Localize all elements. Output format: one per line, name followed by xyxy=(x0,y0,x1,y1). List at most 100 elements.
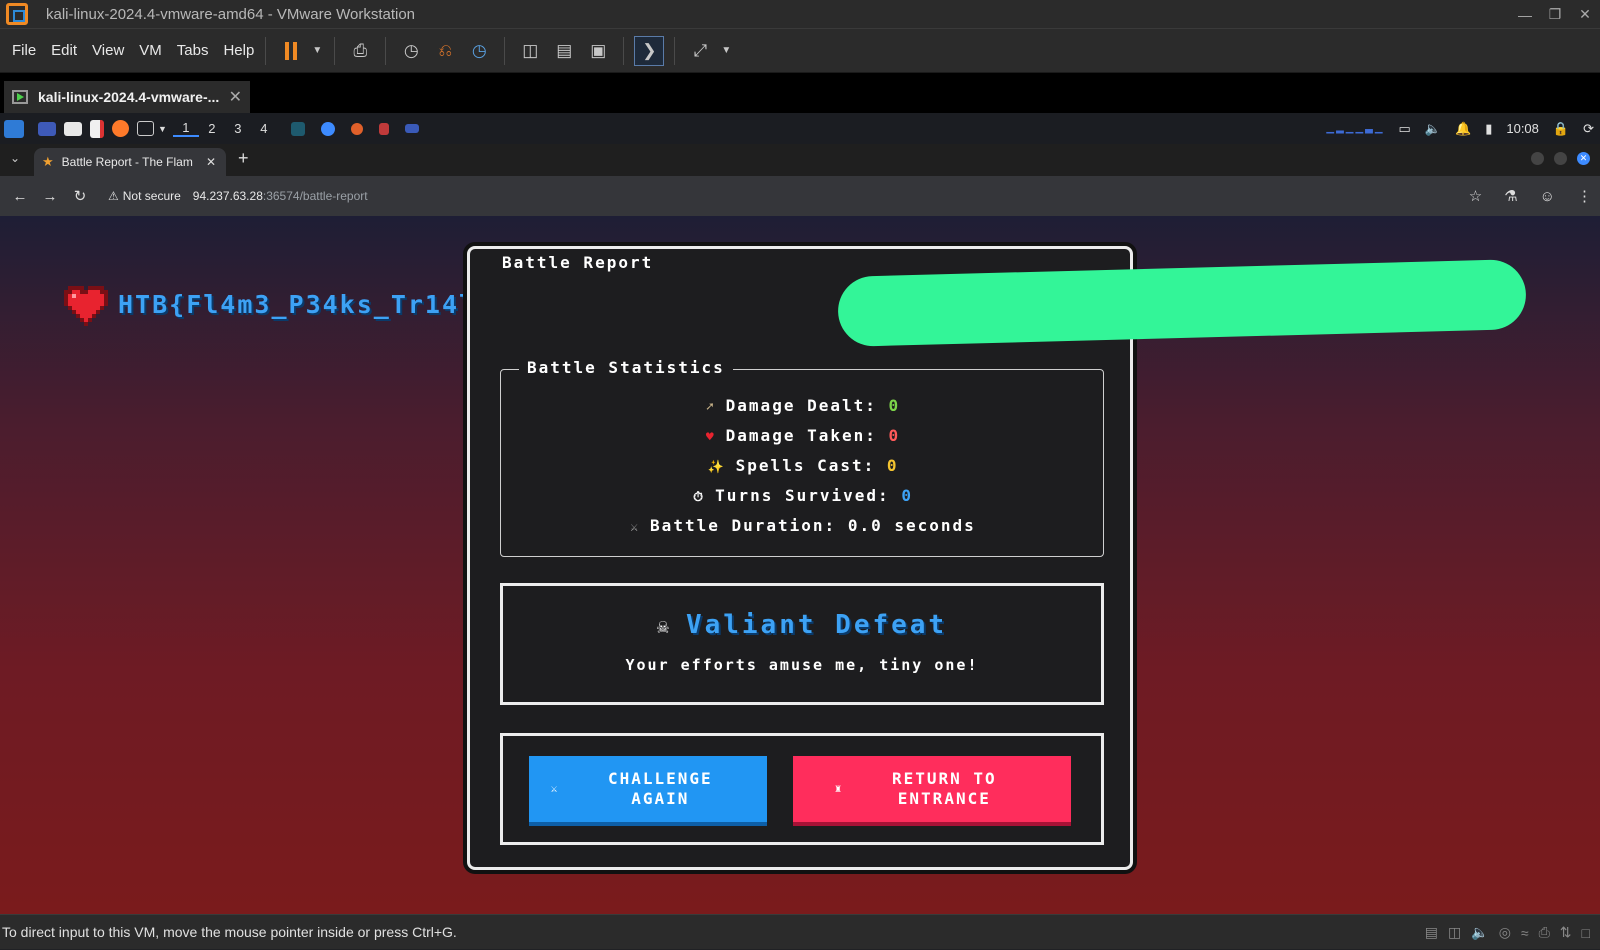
crossed-swords-icon: ⚔ xyxy=(630,520,641,535)
address-bar[interactable]: ⚠ Not secure 94.237.63.28 :36574/battle-… xyxy=(108,181,368,211)
maximize-dot-icon[interactable] xyxy=(1554,152,1567,165)
outcome-title: Valiant Defeat xyxy=(685,610,948,640)
display-icon[interactable]: ▭ xyxy=(1399,121,1411,137)
stat-battle-duration: ⚔ Battle Duration: 0.0 seconds xyxy=(501,516,1105,535)
menu-tabs[interactable]: Tabs xyxy=(177,42,209,59)
stretch-dropdown-icon[interactable]: ▼ xyxy=(719,36,733,66)
menu-vm[interactable]: VM xyxy=(139,42,162,59)
toolbar-right: ☆ ⚗ ☺ ⋮ xyxy=(1469,176,1592,216)
minimize-dot-icon[interactable] xyxy=(1531,152,1544,165)
security-label[interactable]: Not secure xyxy=(123,189,181,203)
more-menu-icon[interactable]: ⋮ xyxy=(1577,187,1592,205)
toolbar-separator xyxy=(334,36,336,65)
forward-arrow-icon[interactable]: → xyxy=(36,188,64,205)
spells-cast-label: Spells Cast: xyxy=(735,456,876,475)
vm-tab-label: kali-linux-2024.4-vmware-... xyxy=(38,89,220,105)
workspace-4[interactable]: 4 xyxy=(251,121,277,136)
hard-disk-icon[interactable]: ▤ xyxy=(1425,924,1438,941)
url-path: :36574/battle-report xyxy=(262,189,368,203)
damage-dealt-value: 0 xyxy=(888,396,901,415)
menu-edit[interactable]: Edit xyxy=(51,42,77,59)
menu-help[interactable]: Help xyxy=(223,42,254,59)
profile-icon[interactable]: ☺ xyxy=(1540,188,1555,205)
pause-dropdown-icon[interactable]: ▼ xyxy=(310,36,324,66)
toolbar-separator xyxy=(504,36,506,65)
workspace-1[interactable]: 1 xyxy=(172,120,199,137)
stat-spells-cast: ✨ Spells Cast: 0 xyxy=(501,456,1105,475)
pause-icon[interactable] xyxy=(276,36,306,66)
fullscreen-icon[interactable]: ▣ xyxy=(583,36,613,66)
volume-icon[interactable]: 🔈 xyxy=(1425,121,1441,137)
close-icon[interactable]: ✕ xyxy=(1570,0,1600,29)
stopwatch-icon: ⏱ xyxy=(693,490,706,505)
stat-damage-taken: ♥ Damage Taken: 0 xyxy=(501,426,1105,445)
close-tab-icon[interactable]: ✕ xyxy=(229,87,242,107)
close-window-icon[interactable]: ✕ xyxy=(1577,152,1590,165)
show-desktop-icon[interactable] xyxy=(38,121,56,136)
network-icon[interactable]: ◫ xyxy=(1448,924,1461,941)
sound-icon[interactable]: 🔈 xyxy=(1471,924,1488,941)
stretch-guest-icon[interactable]: ⤢ xyxy=(685,36,715,66)
revert-snapshot-icon[interactable]: ⎌ xyxy=(430,36,460,66)
battery-icon[interactable]: ▮ xyxy=(1485,121,1492,137)
flame-favicon-icon: ★ xyxy=(42,154,54,169)
snapshot-icon[interactable]: ◷ xyxy=(396,36,426,66)
labs-flask-icon[interactable]: ⚗ xyxy=(1504,187,1517,205)
cd-rom-icon[interactable]: ◎ xyxy=(1499,924,1511,941)
vm-tab-kali[interactable]: kali-linux-2024.4-vmware-... ✕ xyxy=(4,81,250,113)
text-editor-icon[interactable] xyxy=(90,119,104,138)
castle-icon: ♜ xyxy=(834,782,844,795)
folder-window-icon[interactable] xyxy=(404,124,419,133)
warning-icon[interactable]: ⚠ xyxy=(108,189,119,203)
terminal-dropdown-icon[interactable]: ▼ xyxy=(158,124,167,134)
outcome-heading: ☠ Valiant Defeat xyxy=(503,610,1101,640)
damage-dealt-label: Damage Dealt: xyxy=(725,396,877,415)
workspace-2[interactable]: 2 xyxy=(199,121,225,136)
minimize-icon[interactable]: — xyxy=(1510,0,1540,29)
file-manager-icon[interactable] xyxy=(64,121,82,136)
new-tab-icon[interactable]: + xyxy=(238,148,249,169)
reload-icon[interactable]: ↻ xyxy=(66,187,94,205)
challenge-again-button[interactable]: ⚔ CHALLENGE AGAIN xyxy=(529,756,767,822)
toolbar-separator xyxy=(623,36,625,65)
editor-window-icon[interactable] xyxy=(378,122,389,135)
firefox-window-icon[interactable] xyxy=(350,122,363,135)
workspace-3[interactable]: 3 xyxy=(225,121,251,136)
bookmark-star-icon[interactable]: ☆ xyxy=(1469,187,1482,205)
back-arrow-icon[interactable]: ← xyxy=(6,188,34,205)
notification-bell-icon[interactable]: 🔔 xyxy=(1455,121,1471,137)
turns-survived-label: Turns Survived: xyxy=(715,486,890,505)
clock[interactable]: 10:08 xyxy=(1506,121,1539,136)
vmware-logo-icon xyxy=(6,3,28,25)
vmware-tab-strip: kali-linux-2024.4-vmware-... ✕ xyxy=(0,73,1600,113)
crossed-swords-icon: ⚔ xyxy=(550,782,560,795)
restore-icon[interactable]: ❐ xyxy=(1540,0,1570,29)
app-window-icon[interactable] xyxy=(290,121,305,136)
browser-tab-battle-report[interactable]: ★ Battle Report - The Flam ✕ xyxy=(34,148,226,176)
tab-search-chevron-icon[interactable]: ⌄ xyxy=(10,151,20,165)
snapshot-manager-icon[interactable]: ◷ xyxy=(464,36,494,66)
power-icon[interactable]: ⟳ xyxy=(1583,121,1594,137)
menu-file[interactable]: File xyxy=(12,42,36,59)
menu-view[interactable]: View xyxy=(92,42,124,59)
terminal-icon[interactable] xyxy=(137,121,154,136)
toolbar-separator xyxy=(385,36,387,65)
firefox-icon[interactable] xyxy=(112,120,129,137)
printer-icon[interactable]: ⎙ xyxy=(1539,924,1550,941)
window-title: kali-linux-2024.4-vmware-amd64 - VMware … xyxy=(46,5,416,23)
chrome-window-icon[interactable] xyxy=(320,121,335,136)
console-view-icon[interactable]: ❯ xyxy=(634,35,665,66)
usb-icon[interactable]: ⇅ xyxy=(1560,924,1572,941)
web-page: HTB{Fl4m3_P34ks_Tr14l_Burn5_Br1ght_ Batt… xyxy=(0,216,1600,914)
lock-icon[interactable]: 🔒 xyxy=(1553,121,1569,137)
kali-top-panel: ▼ 1 2 3 4 ▁▂▁▁▃▁ ▭ 🔈 🔔 ▮ 10:08 🔒 ⟳ xyxy=(0,113,1600,144)
wireless-icon[interactable]: ≈ xyxy=(1521,925,1529,941)
message-log-icon[interactable]: □ xyxy=(1582,925,1590,941)
close-browser-tab-icon[interactable]: ✕ xyxy=(206,155,216,169)
thumbnail-view-icon[interactable]: ▤ xyxy=(549,36,579,66)
outcome-message: Your efforts amuse me, tiny one! xyxy=(625,656,979,674)
kali-menu-icon[interactable] xyxy=(4,119,24,138)
send-ctrl-alt-del-icon[interactable]: ⎙ xyxy=(345,36,375,66)
return-to-entrance-button[interactable]: ♜ RETURN TO ENTRANCE xyxy=(793,756,1071,822)
library-view-icon[interactable]: ◫ xyxy=(515,36,545,66)
